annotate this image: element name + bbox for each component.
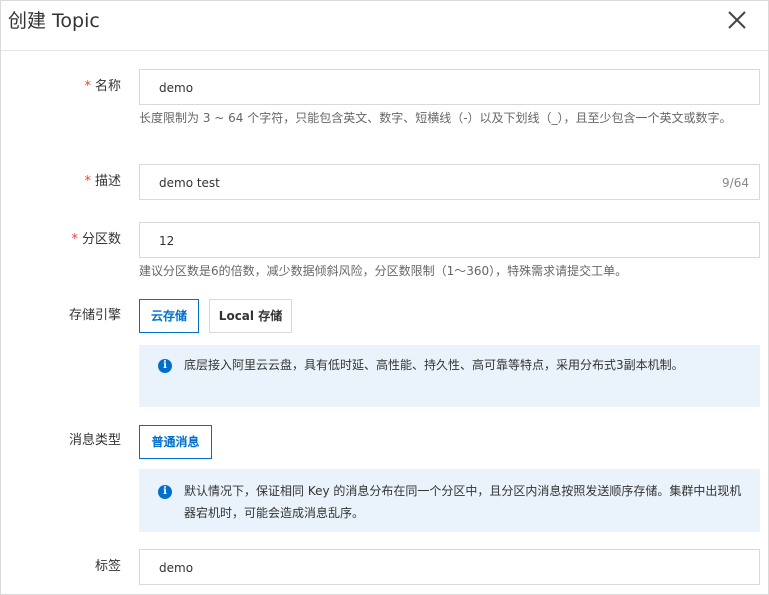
name-input[interactable]: demo bbox=[139, 69, 760, 105]
storage-notice-text: 底层接入阿里云云盘，具有低时延、高性能、持久性、高可靠等特点，采用分布式3副本机… bbox=[184, 358, 684, 372]
info-icon: i bbox=[158, 359, 172, 373]
required-mark: * bbox=[84, 174, 91, 189]
tags-input[interactable]: demo bbox=[139, 549, 760, 585]
name-label: * 名称 bbox=[84, 79, 121, 94]
name-input-value: demo bbox=[159, 81, 194, 95]
info-icon: i bbox=[158, 485, 172, 499]
name-help-text: 长度限制为 3 ~ 64 个字符，只能包含英文、数字、短横线（-）以及下划线（_… bbox=[139, 111, 732, 125]
storage-option-local[interactable]: Local 存储 bbox=[209, 299, 292, 333]
message-type-notice: i 默认情况下，保证相同 Key 的消息分布在同一个分区中，且分区内消息按照发送… bbox=[139, 469, 760, 532]
partitions-input-value: 12 bbox=[159, 234, 175, 248]
storage-notice: i 底层接入阿里云云盘，具有低时延、高性能、持久性、高可靠等特点，采用分布式3副… bbox=[139, 345, 760, 407]
message-type-notice-text: 默认情况下，保证相同 Key 的消息分布在同一个分区中，且分区内消息按照发送顺序… bbox=[184, 484, 742, 520]
tags-label: 标签 bbox=[94, 559, 121, 574]
dialog-title: 创建 Topic bbox=[8, 10, 100, 32]
message-type-option-normal[interactable]: 普通消息 bbox=[139, 425, 212, 459]
partitions-input[interactable]: 12 bbox=[139, 222, 760, 258]
close-icon[interactable] bbox=[726, 9, 748, 31]
required-mark: * bbox=[84, 79, 91, 94]
description-char-counter: 9/64 bbox=[722, 176, 749, 190]
description-label: * 描述 bbox=[84, 174, 121, 189]
storage-option-cloud[interactable]: 云存储 bbox=[139, 299, 199, 333]
required-mark: * bbox=[71, 232, 78, 247]
dialog-header: 创建 Topic bbox=[1, 1, 768, 51]
partitions-label: * 分区数 bbox=[71, 232, 121, 247]
message-type-label: 消息类型 bbox=[68, 433, 121, 448]
description-input-value: demo test bbox=[159, 176, 220, 190]
tags-input-value: demo bbox=[159, 561, 194, 575]
create-topic-dialog: 创建 Topic * 名称 demo 长度限制为 3 ~ 64 个字符，只能包含英… bbox=[0, 0, 769, 595]
description-input[interactable]: demo test 9/64 bbox=[139, 164, 760, 200]
storage-engine-label: 存储引擎 bbox=[68, 308, 121, 323]
partitions-help-text: 建议分区数是6的倍数，减少数据倾斜风险，分区数限制（1～360），特殊需求请提交… bbox=[139, 264, 628, 278]
